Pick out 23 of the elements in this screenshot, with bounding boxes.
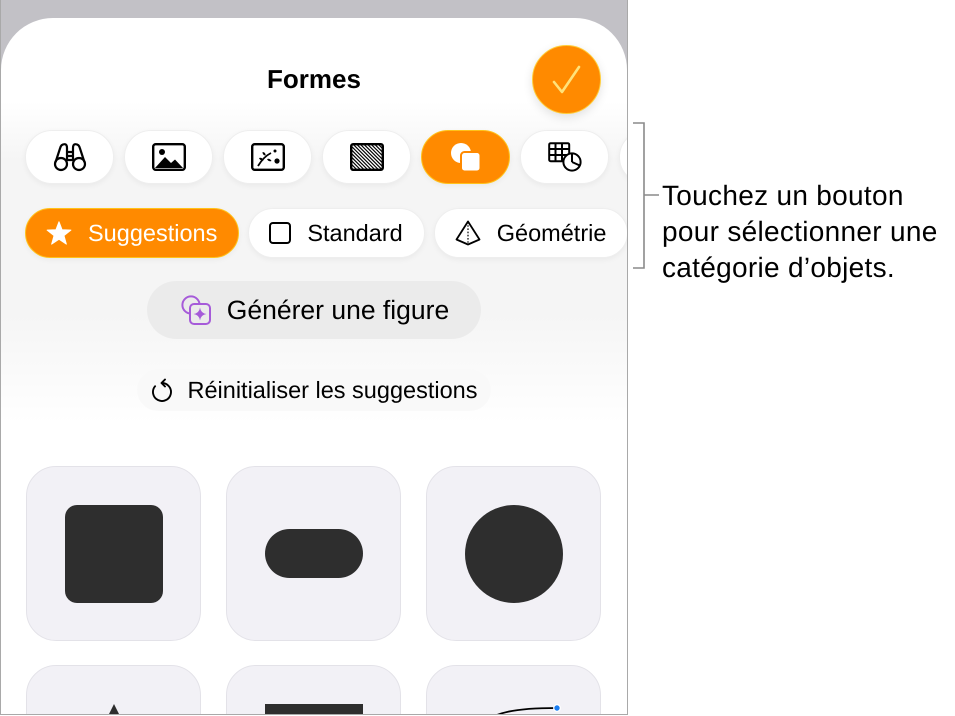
reset-icon	[150, 378, 172, 402]
callout-text: Touchez un bouton pour sélectionner une catégorie d’objets.	[662, 179, 938, 285]
subcategory-tab[interactable]: Géométrie	[434, 208, 627, 258]
generate-shape-button[interactable]: Générer une figure	[146, 281, 482, 339]
shapes-icon	[450, 142, 482, 172]
subcategory-tab[interactable]: Standard	[248, 208, 425, 258]
checkmark-icon	[552, 65, 581, 94]
capsule-icon	[264, 529, 362, 578]
square-icon	[269, 222, 292, 244]
circle-icon	[464, 504, 562, 602]
table-chart-icon	[548, 142, 582, 172]
pyramid-icon	[454, 220, 481, 246]
image-icon	[152, 143, 186, 171]
shape-tile[interactable]	[26, 466, 201, 641]
framed-leaf-icon	[250, 143, 284, 171]
rounded-square-icon	[64, 504, 162, 602]
binoculars-icon	[52, 142, 86, 172]
sheet-title: Formes	[267, 64, 361, 95]
shape-tile[interactable]	[426, 466, 601, 641]
star-icon	[46, 221, 72, 245]
hatched-rectangle-icon	[350, 143, 384, 171]
shape-tile[interactable]	[226, 466, 401, 641]
sparkle-shapes-icon	[180, 295, 211, 325]
